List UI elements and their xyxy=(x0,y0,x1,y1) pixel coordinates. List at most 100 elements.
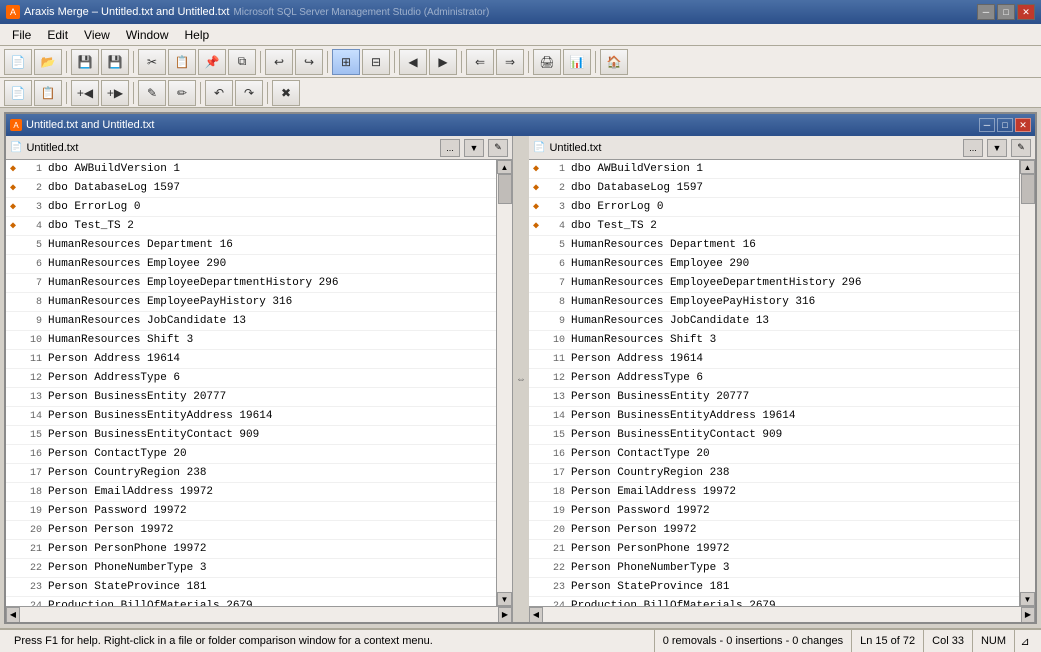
line-number: 8 xyxy=(22,297,42,308)
save-all-button[interactable]: 💾 xyxy=(101,49,129,75)
clone-button[interactable]: ⧉ xyxy=(228,49,256,75)
resize-grip-icon[interactable]: ⊿ xyxy=(1015,631,1035,651)
line-number: 21 xyxy=(22,544,42,555)
line-content: Person Person 19972 xyxy=(48,524,173,536)
right-panel-dropdown[interactable]: ▼ xyxy=(987,139,1007,157)
compare2-button[interactable]: ⊟ xyxy=(362,49,390,75)
status-diff-text: 0 removals - 0 insertions - 0 changes xyxy=(663,635,843,647)
left-panel-edit-button[interactable]: ✎ xyxy=(488,139,508,157)
tb2-del-btn[interactable]: ✖ xyxy=(272,80,300,106)
menu-file[interactable]: File xyxy=(4,26,39,44)
menu-edit[interactable]: Edit xyxy=(39,26,76,44)
merge-left[interactable]: ⇐ xyxy=(466,49,494,75)
status-column: Col 33 xyxy=(924,630,973,652)
minimize-button[interactable]: ─ xyxy=(977,4,995,20)
right-scroll-track[interactable] xyxy=(1020,174,1035,592)
line-number: 7 xyxy=(545,278,565,289)
inner-close-button[interactable]: ✕ xyxy=(1015,118,1031,132)
line-content: HumanResources Employee 290 xyxy=(48,258,226,270)
toolbar-2: 📄 📋 +◀ +▶ ✎ ✏ ↶ ↷ ✖ xyxy=(0,78,1041,108)
left-panel-dropdown[interactable]: ▼ xyxy=(464,139,484,157)
table-row: 13 Person BusinessEntity 20777 xyxy=(6,388,496,407)
inner-window: A Untitled.txt and Untitled.txt ─ □ ✕ 📄 … xyxy=(4,112,1037,624)
left-scroll-up[interactable]: ▲ xyxy=(497,160,512,174)
line-content: dbo Test_TS 2 xyxy=(48,220,134,232)
prev-diff[interactable]: ◀ xyxy=(399,49,427,75)
copy-button[interactable]: 📋 xyxy=(168,49,196,75)
print-button[interactable]: 🖨 xyxy=(533,49,561,75)
right-panel-scrollbar-h[interactable]: ◀ ▶ xyxy=(529,606,1035,622)
table-row: 10 HumanResources Shift 3 xyxy=(529,331,1019,350)
right-panel-scrollbar-v[interactable]: ▲ ▼ xyxy=(1019,160,1035,606)
left-panel-scrollbar-v[interactable]: ▲ ▼ xyxy=(496,160,512,606)
menu-help[interactable]: Help xyxy=(177,26,218,44)
line-number: 3 xyxy=(545,202,565,213)
left-hscroll-right[interactable]: ▶ xyxy=(498,607,512,623)
right-hscroll-right[interactable]: ▶ xyxy=(1021,607,1035,623)
tb2-add-right[interactable]: +▶ xyxy=(101,80,129,106)
report-button[interactable]: 📊 xyxy=(563,49,591,75)
inner-minimize-button[interactable]: ─ xyxy=(979,118,995,132)
undo-button[interactable]: ↩ xyxy=(265,49,293,75)
tb2-nav1[interactable]: ↶ xyxy=(205,80,233,106)
table-row: 10 HumanResources Shift 3 xyxy=(6,331,496,350)
tb2-btn1[interactable]: 📄 xyxy=(4,80,32,106)
right-scroll-thumb[interactable] xyxy=(1021,174,1035,204)
left-scroll-track[interactable] xyxy=(497,174,512,592)
compare-button[interactable]: ⊞ xyxy=(332,49,360,75)
table-row: 20 Person Person 19972 xyxy=(6,521,496,540)
open-button[interactable]: 📂 xyxy=(34,49,62,75)
tb2-edit1[interactable]: ✎ xyxy=(138,80,166,106)
menu-window[interactable]: Window xyxy=(118,26,177,44)
status-help: Press F1 for help. Right-click in a file… xyxy=(6,630,655,652)
table-row: ◆2 dbo DatabaseLog 1597 xyxy=(6,179,496,198)
right-panel-icon: 📄 xyxy=(533,142,545,153)
line-number: 22 xyxy=(22,563,42,574)
inner-maximize-button[interactable]: □ xyxy=(997,118,1013,132)
right-panel-edit-button[interactable]: ✎ xyxy=(1011,139,1031,157)
maximize-button[interactable]: □ xyxy=(997,4,1015,20)
line-content: Person Person 19972 xyxy=(571,524,696,536)
line-content: HumanResources Department 16 xyxy=(571,239,756,251)
left-hscroll-left[interactable]: ◀ xyxy=(6,607,20,623)
left-scroll-thumb[interactable] xyxy=(498,174,512,204)
tb2-edit2[interactable]: ✏ xyxy=(168,80,196,106)
merge-right[interactable]: ⇒ xyxy=(496,49,524,75)
close-button[interactable]: ✕ xyxy=(1017,4,1035,20)
sep12 xyxy=(267,82,268,104)
status-mode: NUM xyxy=(973,630,1015,652)
table-row: 13 Person BusinessEntity 20777 xyxy=(529,388,1019,407)
line-number: 16 xyxy=(545,449,565,460)
left-hscroll-track[interactable] xyxy=(20,607,498,622)
right-scroll-up[interactable]: ▲ xyxy=(1020,160,1035,174)
tb2-add-left[interactable]: +◀ xyxy=(71,80,99,106)
table-row: 8 HumanResources EmployeePayHistory 316 xyxy=(6,293,496,312)
new-button[interactable]: 📄 xyxy=(4,49,32,75)
redo-button[interactable]: ↪ xyxy=(295,49,323,75)
left-scroll-down[interactable]: ▼ xyxy=(497,592,512,606)
right-hscroll-left[interactable]: ◀ xyxy=(529,607,543,623)
status-position: Ln 15 of 72 xyxy=(852,630,924,652)
line-content: HumanResources Shift 3 xyxy=(48,334,193,346)
menu-view[interactable]: View xyxy=(76,26,118,44)
home-button[interactable]: 🏠 xyxy=(600,49,628,75)
tb2-btn2[interactable]: 📋 xyxy=(34,80,62,106)
table-row: ◆2 dbo DatabaseLog 1597 xyxy=(529,179,1019,198)
table-row: 18 Person EmailAddress 19972 xyxy=(529,483,1019,502)
left-panel-browse-button[interactable]: ... xyxy=(440,139,460,157)
right-scroll-down[interactable]: ▼ xyxy=(1020,592,1035,606)
line-content: dbo AWBuildVersion 1 xyxy=(571,163,703,175)
left-panel-scrollbar-h[interactable]: ◀ ▶ xyxy=(6,606,512,622)
right-hscroll-track[interactable] xyxy=(543,607,1021,622)
line-number: 4 xyxy=(545,221,565,232)
tb2-nav2[interactable]: ↷ xyxy=(235,80,263,106)
next-diff[interactable]: ▶ xyxy=(429,49,457,75)
table-row: 16 Person ContactType 20 xyxy=(6,445,496,464)
save-button[interactable]: 💾 xyxy=(71,49,99,75)
cut-button[interactable]: ✂ xyxy=(138,49,166,75)
right-panel-browse-button[interactable]: ... xyxy=(963,139,983,157)
right-panel-content: ◆1 dbo AWBuildVersion 1◆2 dbo DatabaseLo… xyxy=(529,160,1019,606)
line-content: HumanResources Shift 3 xyxy=(571,334,716,346)
paste-button[interactable]: 📌 xyxy=(198,49,226,75)
line-content: dbo AWBuildVersion 1 xyxy=(48,163,180,175)
